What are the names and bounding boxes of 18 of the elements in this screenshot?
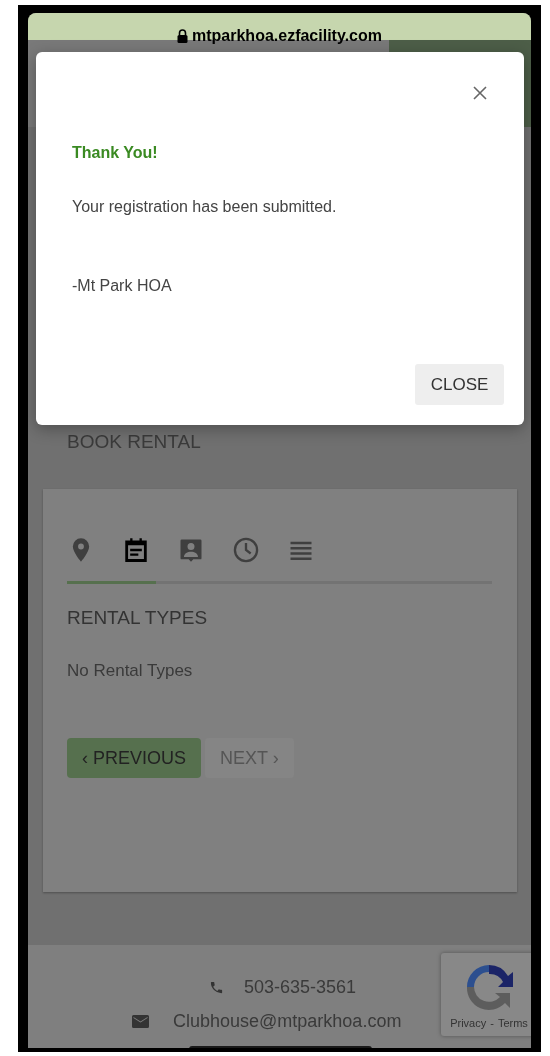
privacy-link[interactable]: Privacy	[450, 1015, 487, 1032]
section-title: RENTAL TYPES	[67, 606, 209, 630]
previous-button[interactable]: ‹ PREVIOUS	[67, 738, 202, 778]
terms-link[interactable]: Terms	[497, 1015, 528, 1032]
phone-icon	[209, 979, 224, 995]
clock-icon[interactable]	[232, 536, 260, 564]
modal-signature: -Mt Park HOA	[72, 276, 172, 296]
modal-title: Thank You!	[72, 143, 158, 163]
empty-message: No Rental Types	[67, 660, 194, 682]
close-button[interactable]: CLOSE	[415, 364, 504, 405]
mail-icon	[132, 1014, 149, 1028]
modal-message: Your registration has been submitted.	[72, 197, 337, 217]
calendar-icon[interactable]	[122, 536, 150, 564]
close-icon[interactable]	[473, 86, 487, 100]
email-link[interactable]: Clubhouse@mtparkhoa.com	[173, 1010, 402, 1032]
separator-text: -	[490, 1016, 494, 1031]
lock-icon	[177, 29, 188, 43]
phone-number[interactable]: 503-635-3561	[244, 976, 357, 998]
